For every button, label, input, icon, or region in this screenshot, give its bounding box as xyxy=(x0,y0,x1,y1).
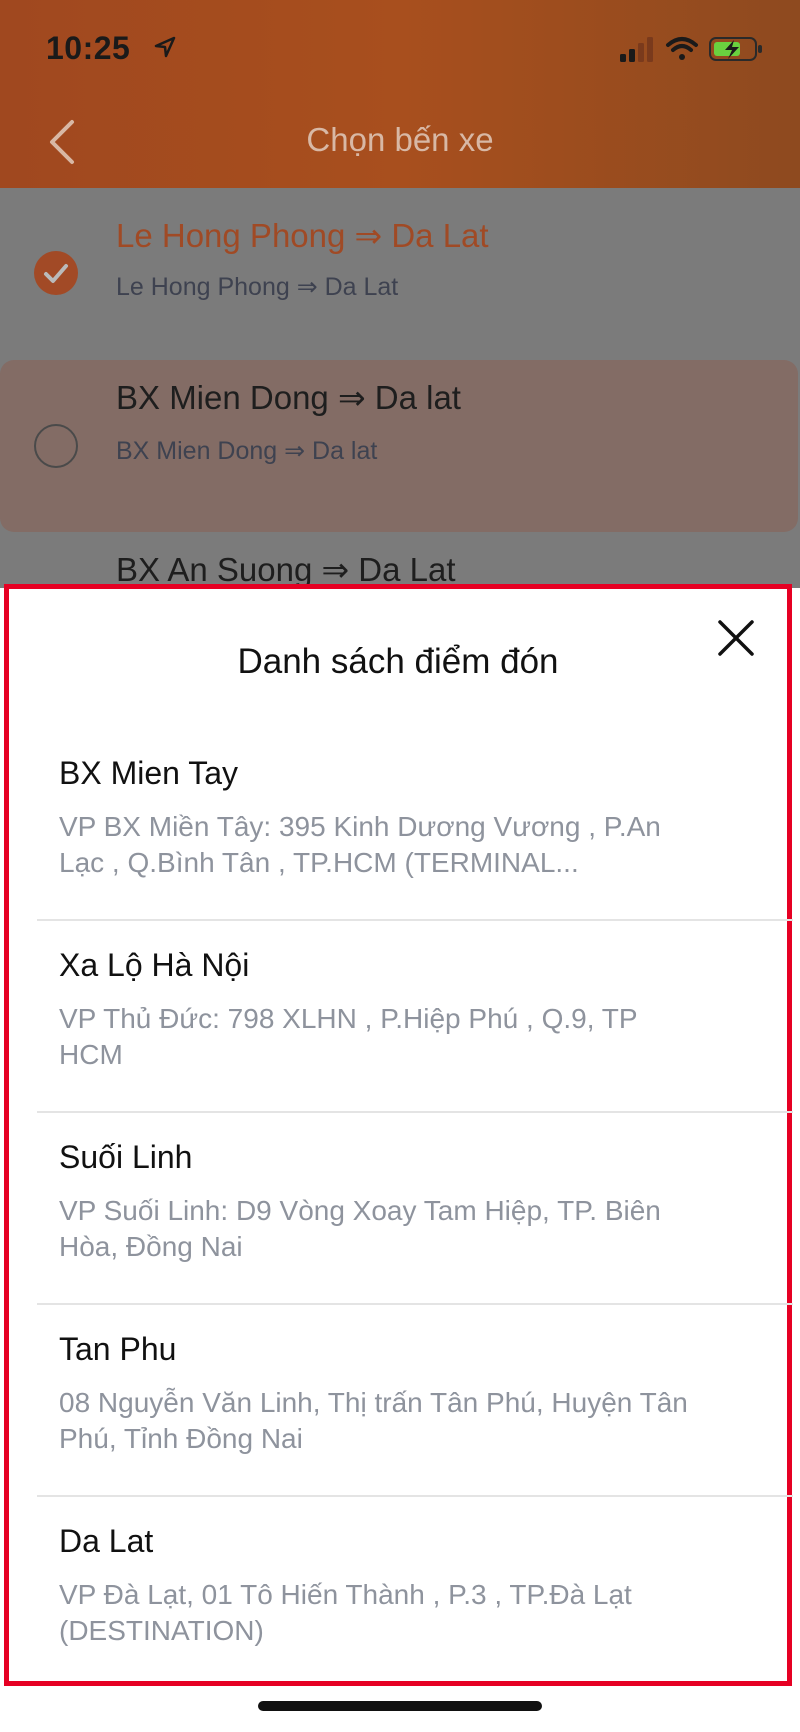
pickup-item[interactable]: Suối Linh VP Suối Linh: D9 Vòng Xoay Tam… xyxy=(37,1113,793,1305)
cellular-signal-icon xyxy=(620,37,653,62)
pickup-name: BX Mien Tay xyxy=(59,755,239,791)
route-title: Le Hong Phong ⇒ Da Lat xyxy=(116,217,489,254)
pickup-name: Tan Phu xyxy=(59,1331,177,1367)
pickup-points-sheet: Danh sách điểm đón BX Mien Tay VP BX Miề… xyxy=(4,584,793,1689)
radio-unchecked-icon[interactable] xyxy=(34,424,78,468)
clock-label: 10:25 xyxy=(46,30,131,66)
status-icons-svg xyxy=(620,37,762,62)
pickup-name: Suối Linh xyxy=(59,1139,193,1175)
close-icon[interactable] xyxy=(715,617,757,659)
page-title: Chọn bến xe xyxy=(306,121,494,158)
sheet-title: Danh sách điểm đón xyxy=(237,642,559,681)
radio-checked-icon[interactable] xyxy=(34,251,78,295)
route-item[interactable]: BX An Suong ⇒ Da Lat xyxy=(0,532,800,588)
checkmark-icon xyxy=(44,264,68,283)
status-bar-time: 10:25 xyxy=(46,30,176,67)
route-title: BX Mien Dong ⇒ Da lat xyxy=(116,379,461,416)
wifi-icon xyxy=(666,37,698,60)
pickup-address: 08 Nguyễn Văn Linh, Thị trấn Tân Phú, Hu… xyxy=(59,1387,688,1454)
pickup-address: VP Đà Lạt, 01 Tô Hiến Thành , P.3 , TP.Đ… xyxy=(59,1579,632,1646)
pickup-address: VP BX Miền Tây: 395 Kinh Dương Vương , P… xyxy=(59,811,661,878)
pickup-item[interactable]: Xa Lộ Hà Nội VP Thủ Đức: 798 XLHN , P.Hi… xyxy=(37,921,793,1113)
route-subtitle: BX Mien Dong ⇒ Da lat xyxy=(116,437,378,465)
nav-header: 10:25 Chọn bến xe xyxy=(0,0,800,188)
battery-charging-icon xyxy=(709,37,762,61)
route-title: BX An Suong ⇒ Da Lat xyxy=(116,551,456,588)
route-list: Le Hong Phong ⇒ Da Lat Le Hong Phong ⇒ D… xyxy=(0,188,800,588)
route-item[interactable]: Le Hong Phong ⇒ Da Lat Le Hong Phong ⇒ D… xyxy=(0,188,800,360)
pickup-item[interactable]: BX Mien Tay VP BX Miền Tây: 395 Kinh Dươ… xyxy=(37,729,793,921)
pickup-item[interactable]: Da Lat VP Đà Lạt, 01 Tô Hiến Thành , P.3… xyxy=(37,1497,793,1689)
route-subtitle: Le Hong Phong ⇒ Da Lat xyxy=(116,273,399,301)
route-item[interactable]: BX Mien Dong ⇒ Da lat BX Mien Dong ⇒ Da … xyxy=(0,360,798,532)
pickup-address: VP Thủ Đức: 798 XLHN , P.Hiệp Phú , Q.9,… xyxy=(59,1003,638,1070)
home-indicator[interactable] xyxy=(258,1701,542,1711)
pickup-name: Da Lat xyxy=(59,1523,154,1559)
pickup-name: Xa Lộ Hà Nội xyxy=(59,947,250,983)
pickup-address: VP Suối Linh: D9 Vòng Xoay Tam Hiệp, TP.… xyxy=(59,1195,661,1262)
pickup-item[interactable]: Tan Phu 08 Nguyễn Văn Linh, Thị trấn Tân… xyxy=(37,1305,793,1497)
status-icons xyxy=(620,34,770,64)
location-arrow-icon xyxy=(154,36,176,58)
